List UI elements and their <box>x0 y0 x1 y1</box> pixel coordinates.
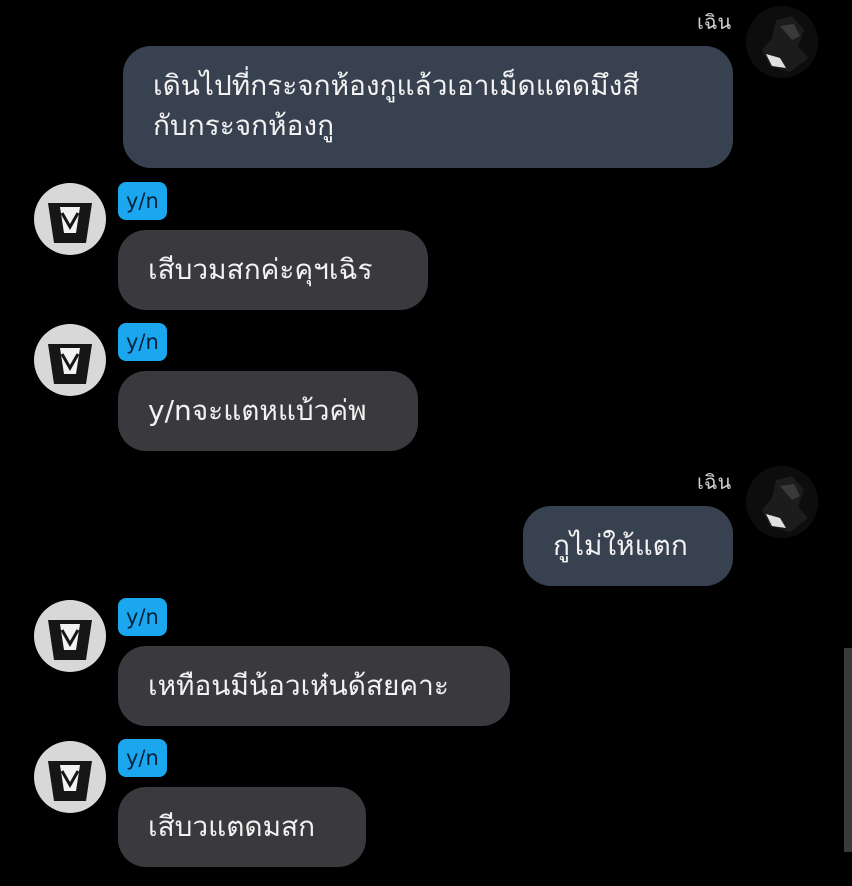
message-bubble[interactable]: เสีบวมสกค่ะคุฯเฉิร <box>118 230 428 310</box>
sender-tag: y/n <box>118 598 167 636</box>
sender-tag: y/n <box>118 182 167 220</box>
sender-tag: y/n <box>118 323 167 361</box>
avatar[interactable] <box>34 183 106 255</box>
avatar[interactable] <box>34 600 106 672</box>
sender-tag: y/n <box>118 739 167 777</box>
sender-name: เฉิน <box>697 470 732 494</box>
message-bubble[interactable]: เสีบวแตดมสก <box>118 787 366 867</box>
message-bubble[interactable]: กูไม่ให้แตก <box>523 506 733 586</box>
message-bubble[interactable]: เหทือนมีน้อวเห๋นด้สยคาะ <box>118 646 510 726</box>
avatar[interactable] <box>746 466 818 538</box>
message-bubble[interactable]: เดินไปที่กระจกห้องกูแล้วเอาเม็ดแตดมึงสี … <box>123 46 733 168</box>
avatar[interactable] <box>746 6 818 78</box>
avatar[interactable] <box>34 324 106 396</box>
sender-name: เฉิน <box>697 10 732 34</box>
avatar[interactable] <box>34 741 106 813</box>
scrollbar[interactable] <box>844 648 852 852</box>
message-bubble[interactable]: y/nจะแตหแบ้วค่พ <box>118 371 418 451</box>
